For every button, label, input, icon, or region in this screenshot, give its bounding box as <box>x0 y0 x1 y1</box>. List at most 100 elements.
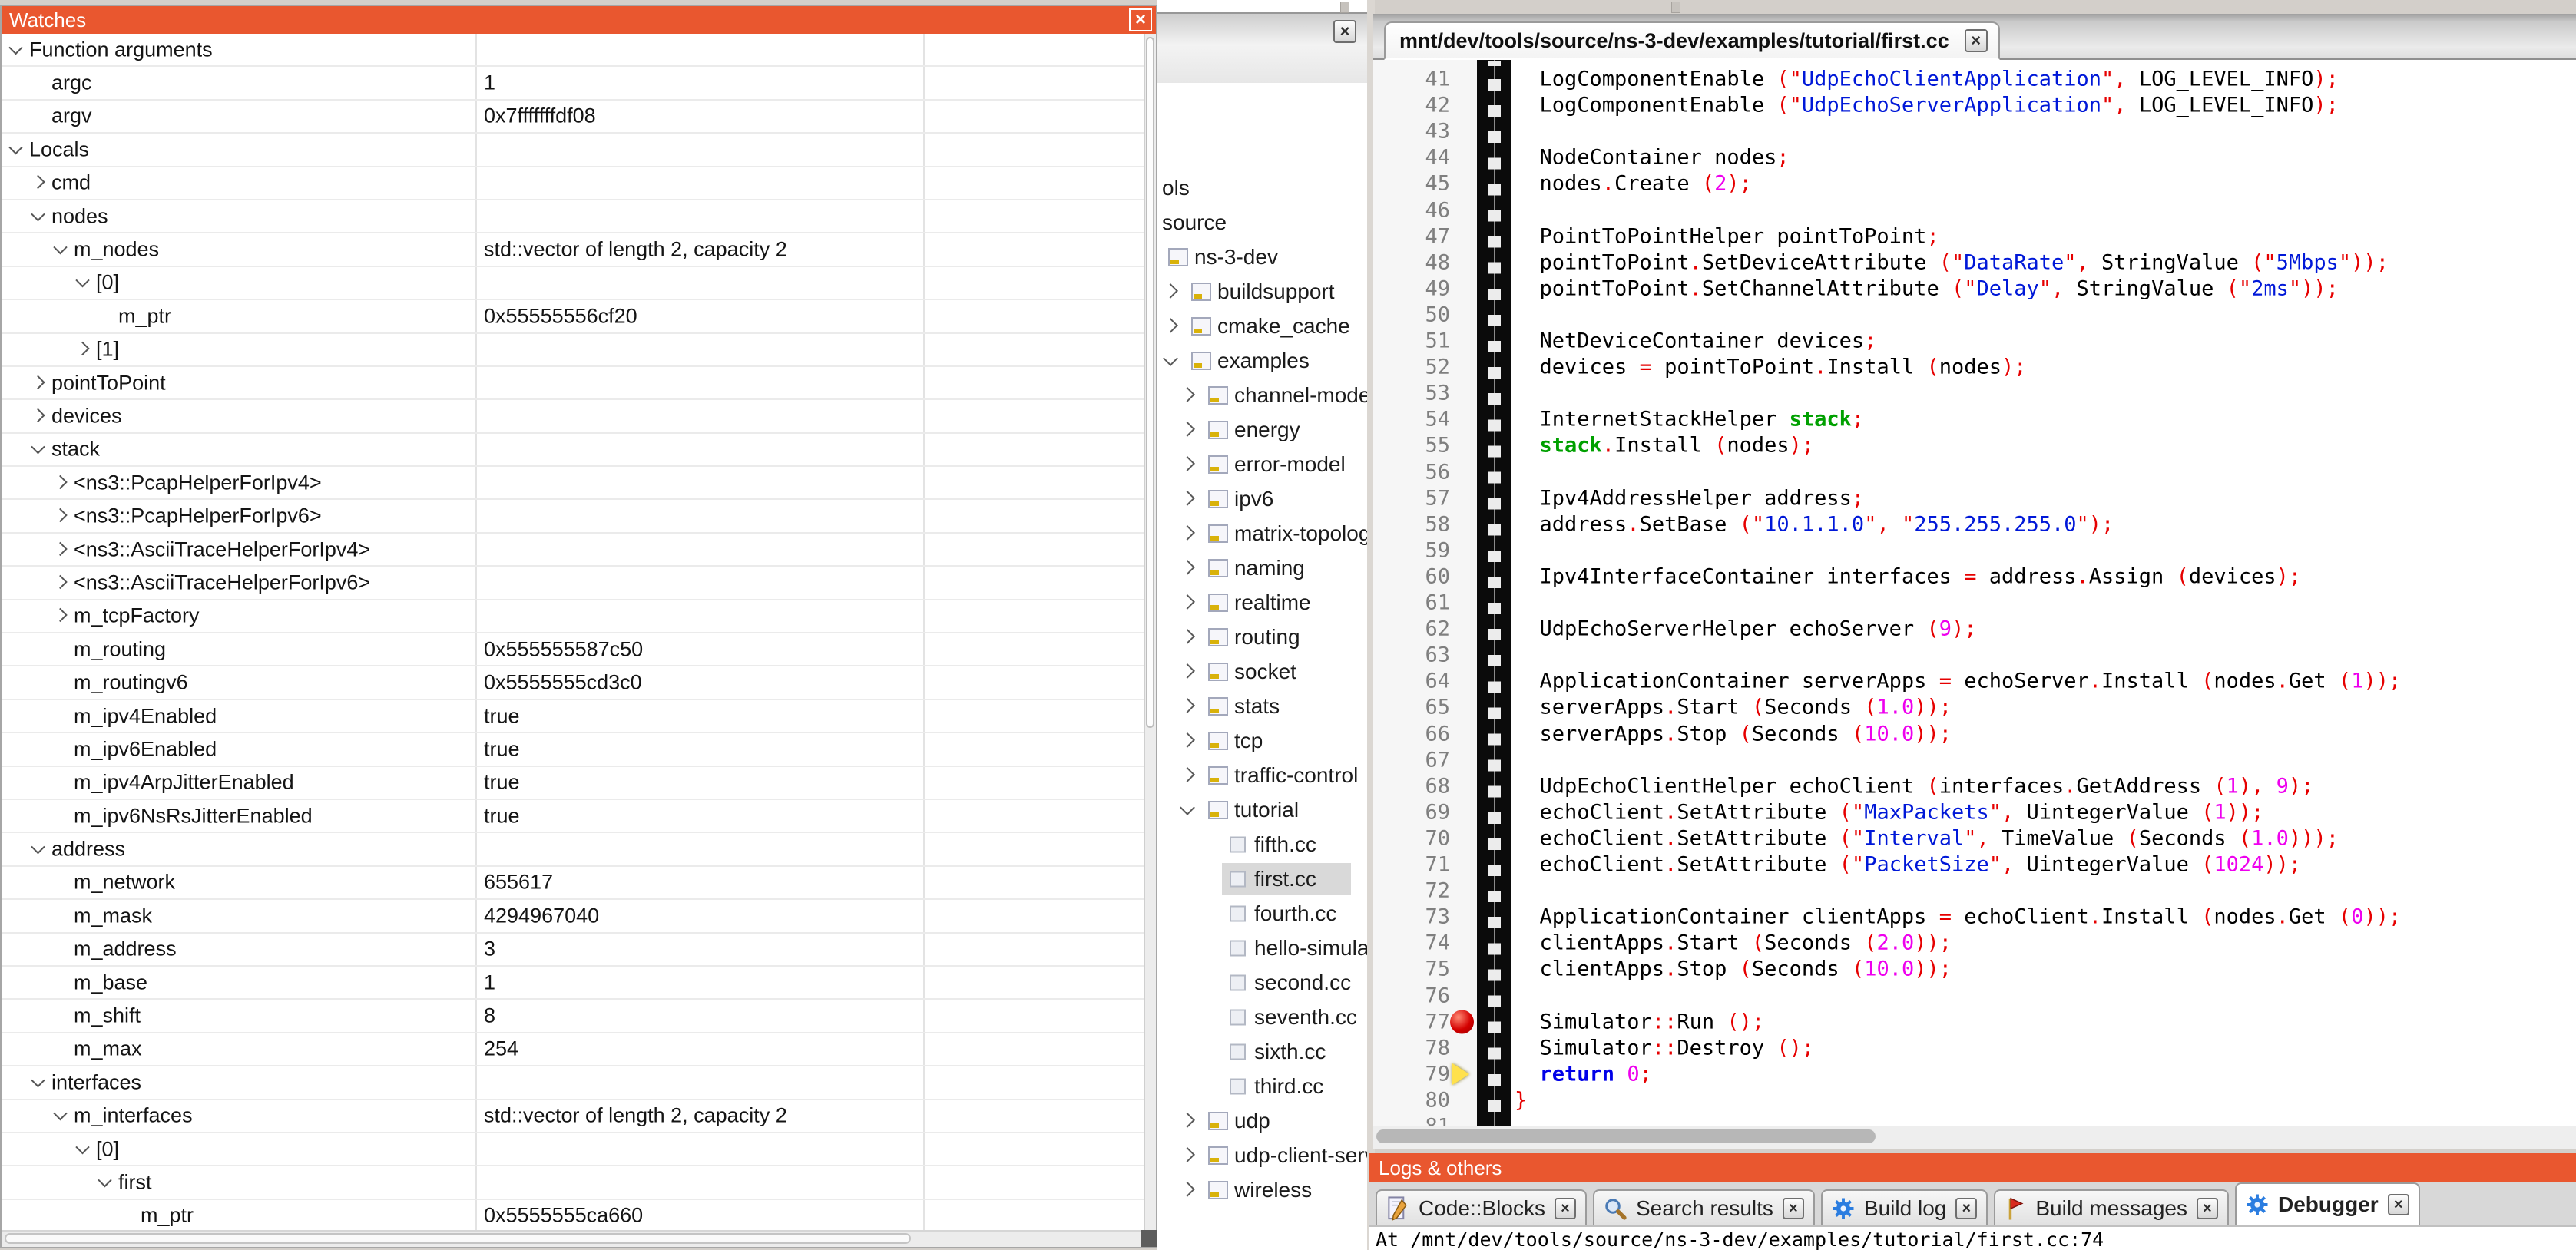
code-line[interactable]: 67 <box>1373 747 2576 773</box>
tree-item-examples[interactable]: examples <box>1157 343 1367 378</box>
tree-item-fourth-cc[interactable]: fourth.cc <box>1157 896 1367 931</box>
chevron-down-icon[interactable] <box>75 1140 89 1154</box>
watch-row[interactable]: devices <box>2 400 1144 433</box>
code-line[interactable]: 65 serverApps.Start (Seconds (1.0)); <box>1373 694 2576 720</box>
tree-item-ols[interactable]: ols <box>1157 170 1367 205</box>
chevron-right-icon[interactable] <box>1180 524 1195 540</box>
line-number[interactable]: 69 <box>1373 800 1450 824</box>
logs-titlebar[interactable]: Logs & others <box>1369 1153 2576 1182</box>
tree-item-realtime[interactable]: realtime <box>1157 585 1367 620</box>
watch-row[interactable]: <ns3::PcapHelperForIpv4> <box>2 467 1144 500</box>
code-line[interactable]: 78 Simulator::Destroy (); <box>1373 1035 2576 1061</box>
watch-row[interactable]: m_max254 <box>2 1033 1144 1066</box>
code-line[interactable]: 81 <box>1373 1113 2576 1126</box>
code-line[interactable]: 44 NodeContainer nodes; <box>1373 144 2576 170</box>
tree-item-energy[interactable]: energy <box>1157 412 1367 447</box>
line-number[interactable]: 63 <box>1373 643 1450 667</box>
tree-item-source[interactable]: source <box>1157 205 1367 240</box>
close-icon[interactable]: × <box>2388 1194 2409 1215</box>
line-number[interactable]: 78 <box>1373 1036 1450 1060</box>
chevron-right-icon[interactable] <box>53 608 67 622</box>
tree-item-buildsupport[interactable]: buildsupport <box>1157 274 1367 309</box>
chevron-right-icon[interactable] <box>1180 732 1195 747</box>
chevron-right-icon[interactable] <box>1180 594 1195 609</box>
tree-item-error-model[interactable]: error-model <box>1157 447 1367 481</box>
code-line[interactable]: 49 pointToPoint.SetChannelAttribute ("De… <box>1373 276 2576 302</box>
code-line[interactable]: 46 <box>1373 197 2576 223</box>
watch-row[interactable]: address <box>2 833 1144 866</box>
code-line[interactable]: 64 ApplicationContainer serverApps = ech… <box>1373 668 2576 694</box>
code-line[interactable]: 43 <box>1373 118 2576 144</box>
watch-row[interactable]: <ns3::AsciiTraceHelperForIpv6> <box>2 567 1144 600</box>
watch-row[interactable]: <ns3::PcapHelperForIpv6> <box>2 500 1144 533</box>
chevron-down-icon[interactable] <box>53 1106 67 1120</box>
chevron-down-icon[interactable] <box>31 440 45 454</box>
chevron-right-icon[interactable] <box>1180 386 1195 402</box>
watch-row[interactable]: m_mask4294967040 <box>2 900 1144 933</box>
tree-item-seventh-cc[interactable]: seventh.cc <box>1157 1000 1367 1034</box>
line-number[interactable]: 58 <box>1373 512 1450 536</box>
chevron-down-icon[interactable] <box>75 273 89 287</box>
code-area[interactable]: 41 LogComponentEnable ("UdpEchoClientApp… <box>1373 60 2576 1126</box>
watch-row[interactable]: [0] <box>2 267 1144 300</box>
code-line[interactable]: 54 InternetStackHelper stack; <box>1373 406 2576 432</box>
scrollbar-thumb[interactable] <box>1146 37 1154 728</box>
line-number[interactable]: 42 <box>1373 94 1450 117</box>
code-line[interactable]: 59 <box>1373 537 2576 564</box>
chevron-down-icon[interactable] <box>53 240 67 254</box>
line-number[interactable]: 57 <box>1373 486 1450 510</box>
line-number[interactable]: 71 <box>1373 853 1450 877</box>
close-icon[interactable]: × <box>1129 8 1152 31</box>
chevron-down-icon[interactable] <box>8 41 22 55</box>
line-number[interactable]: 64 <box>1373 670 1450 693</box>
watch-row[interactable]: argc1 <box>2 67 1144 100</box>
line-number[interactable]: 76 <box>1373 984 1450 1007</box>
code-line[interactable]: 66 serverApps.Stop (Seconds (10.0)); <box>1373 721 2576 747</box>
watch-row[interactable]: m_base1 <box>2 967 1144 1000</box>
line-number[interactable]: 56 <box>1373 460 1450 484</box>
line-number[interactable]: 70 <box>1373 826 1450 850</box>
line-number[interactable]: 44 <box>1373 146 1450 170</box>
tree-item-tutorial[interactable]: tutorial <box>1157 792 1367 827</box>
line-number[interactable]: 50 <box>1373 303 1450 326</box>
code-line[interactable]: 70 echoClient.SetAttribute ("Interval", … <box>1373 825 2576 852</box>
close-icon[interactable]: × <box>2197 1198 2218 1219</box>
line-number[interactable]: 60 <box>1373 564 1450 588</box>
chevron-right-icon[interactable] <box>1180 421 1195 436</box>
watch-row[interactable]: m_ipv4ArpJitterEnabledtrue <box>2 767 1144 800</box>
watch-row[interactable]: m_interfacesstd::vector of length 2, cap… <box>2 1100 1144 1133</box>
chevron-right-icon[interactable] <box>1180 697 1195 713</box>
code-line[interactable]: 58 address.SetBase ("10.1.1.0", "255.255… <box>1373 511 2576 537</box>
watch-row[interactable]: argv0x7fffffffdf08 <box>2 101 1144 134</box>
chevron-down-icon[interactable] <box>98 1173 111 1187</box>
watch-row[interactable]: m_address3 <box>2 934 1144 967</box>
watch-row[interactable]: first <box>2 1166 1144 1199</box>
tree-item-fifth-cc[interactable]: fifth.cc <box>1157 827 1367 861</box>
close-icon[interactable]: × <box>1333 20 1356 43</box>
chevron-right-icon[interactable] <box>53 475 67 489</box>
tree-item-udp[interactable]: udp <box>1157 1103 1367 1138</box>
chevron-right-icon[interactable] <box>1180 490 1195 505</box>
watch-row[interactable]: stack <box>2 434 1144 467</box>
line-number[interactable]: 61 <box>1373 591 1450 615</box>
line-number[interactable]: 43 <box>1373 120 1450 144</box>
watches-vertical-scrollbar[interactable] <box>1144 34 1156 1230</box>
line-number[interactable]: 55 <box>1373 434 1450 458</box>
line-number[interactable]: 72 <box>1373 879 1450 903</box>
editor-horizontal-scrollbar[interactable] <box>1373 1126 2576 1149</box>
chevron-right-icon[interactable] <box>1163 283 1178 298</box>
chevron-right-icon[interactable] <box>1180 1146 1195 1162</box>
chevron-down-icon[interactable] <box>31 840 45 854</box>
close-icon[interactable]: × <box>1965 29 1988 52</box>
code-line[interactable]: 79 return 0; <box>1373 1061 2576 1087</box>
chevron-right-icon[interactable] <box>53 508 67 522</box>
line-number[interactable]: 49 <box>1373 276 1450 300</box>
code-line[interactable]: 62 UdpEchoServerHelper echoServer (9); <box>1373 616 2576 642</box>
code-line[interactable]: 41 LogComponentEnable ("UdpEchoClientApp… <box>1373 66 2576 92</box>
chevron-right-icon[interactable] <box>31 175 45 189</box>
code-line[interactable]: 51 NetDeviceContainer devices; <box>1373 328 2576 354</box>
code-line[interactable]: 73 ApplicationContainer clientApps = ech… <box>1373 904 2576 930</box>
code-line[interactable]: 60 Ipv4InterfaceContainer interfaces = a… <box>1373 564 2576 590</box>
watch-row[interactable]: Locals <box>2 134 1144 167</box>
tree-item-matrix-topology[interactable]: matrix-topology <box>1157 516 1367 551</box>
